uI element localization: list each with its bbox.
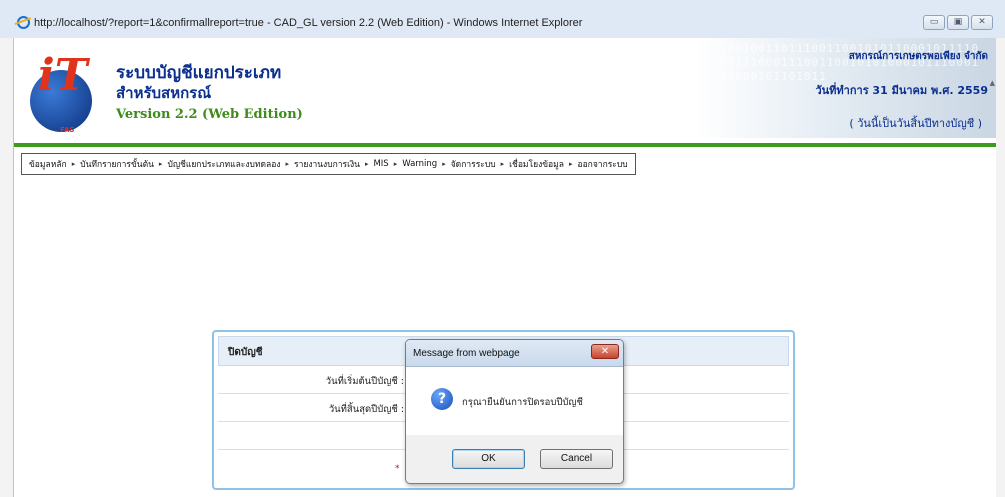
fiscal-start-label: วันที่เริ่มต้นปีบัญชี : — [325, 376, 404, 387]
logo-fas-text: FAS — [60, 126, 75, 134]
app-header: 1011001101110011001010110001011110001110… — [14, 38, 996, 144]
dialog-body: ? กรุณายืนยันการปิดรอบปีบัญชี — [406, 367, 623, 435]
menu-arrow-icon: ▸ — [364, 160, 369, 168]
menu-item-system[interactable]: จัดการระบบ — [448, 157, 499, 171]
menu-arrow-icon: ▸ — [158, 160, 163, 168]
brand-subtitle: สำหรับสหกรณ์ — [116, 84, 212, 102]
menu-item-logout[interactable]: ออกจากระบบ — [574, 157, 630, 171]
menu-item-data-link[interactable]: เชื่อมโยงข้อมูล — [506, 157, 567, 171]
menu-item-ledger[interactable]: บัญชีแยกประเภทและงบทดลอง — [164, 157, 283, 171]
main-menu: ข้อมูลหลัก ▸ บันทึกรายการขั้นต้น ▸ บัญชี… — [21, 153, 636, 175]
window-controls: ▭ ▣ ✕ — [923, 15, 993, 30]
header-divider — [14, 143, 996, 147]
menu-arrow-icon: ▸ — [71, 160, 76, 168]
menu-arrow-icon: ▸ — [500, 160, 505, 168]
close-window-button[interactable]: ✕ — [971, 15, 993, 30]
scroll-up-arrow-icon[interactable]: ▲ — [990, 79, 995, 87]
window-titlebar: http://localhost/?report=1&confirmallrep… — [0, 0, 1005, 38]
logo-it-text: iT — [38, 50, 88, 101]
required-note: * — [395, 464, 400, 474]
year-end-note: ( วันนี้เป็นวันสิ้นปีทางบัญชี ) — [849, 117, 982, 130]
menu-item-master-data[interactable]: ข้อมูลหลัก — [26, 157, 70, 171]
ok-button[interactable]: OK — [452, 449, 525, 469]
dialog-message: กรุณายืนยันการปิดรอบปีบัญชี — [462, 397, 583, 408]
dialog-titlebar: Message from webpage ✕ — [406, 340, 623, 367]
minimize-button[interactable]: ▭ — [923, 15, 945, 30]
cooperative-name: สหกรณ์การเกษตรพอเพียง จำกัด — [848, 51, 988, 62]
brand-version: Version 2.2 (Web Edition) — [116, 107, 303, 122]
menu-arrow-icon: ▸ — [393, 160, 398, 168]
menu-item-warning[interactable]: Warning — [399, 159, 440, 169]
working-date: วันที่ทำการ 31 มีนาคม พ.ศ. 2559 — [815, 84, 988, 97]
internet-explorer-icon — [17, 16, 30, 29]
panel-title: ปิดบัญชี — [228, 347, 263, 358]
menu-arrow-icon: ▸ — [568, 160, 573, 168]
window-title: http://localhost/?report=1&confirmallrep… — [34, 17, 583, 29]
it-logo: iT FAS — [22, 50, 102, 134]
fiscal-end-label: วันที่สิ้นสุดปีบัญชี : — [328, 404, 404, 415]
menu-arrow-icon: ▸ — [285, 160, 289, 168]
maximize-button[interactable]: ▣ — [947, 15, 969, 30]
menu-arrow-icon: ▸ — [442, 160, 446, 168]
dialog-close-button[interactable]: ✕ — [591, 344, 619, 359]
cancel-button[interactable]: Cancel — [540, 449, 613, 469]
browser-window: http://localhost/?report=1&confirmallrep… — [0, 0, 1005, 497]
menu-item-financial-reports[interactable]: รายงานงบการเงิน — [291, 157, 363, 171]
question-icon: ? — [431, 388, 453, 410]
dialog-title: Message from webpage — [413, 348, 520, 359]
confirm-dialog: Message from webpage ✕ ? กรุณายืนยันการป… — [405, 339, 624, 484]
menu-item-entry[interactable]: บันทึกรายการขั้นต้น — [77, 157, 157, 171]
menu-item-mis[interactable]: MIS — [370, 159, 391, 169]
